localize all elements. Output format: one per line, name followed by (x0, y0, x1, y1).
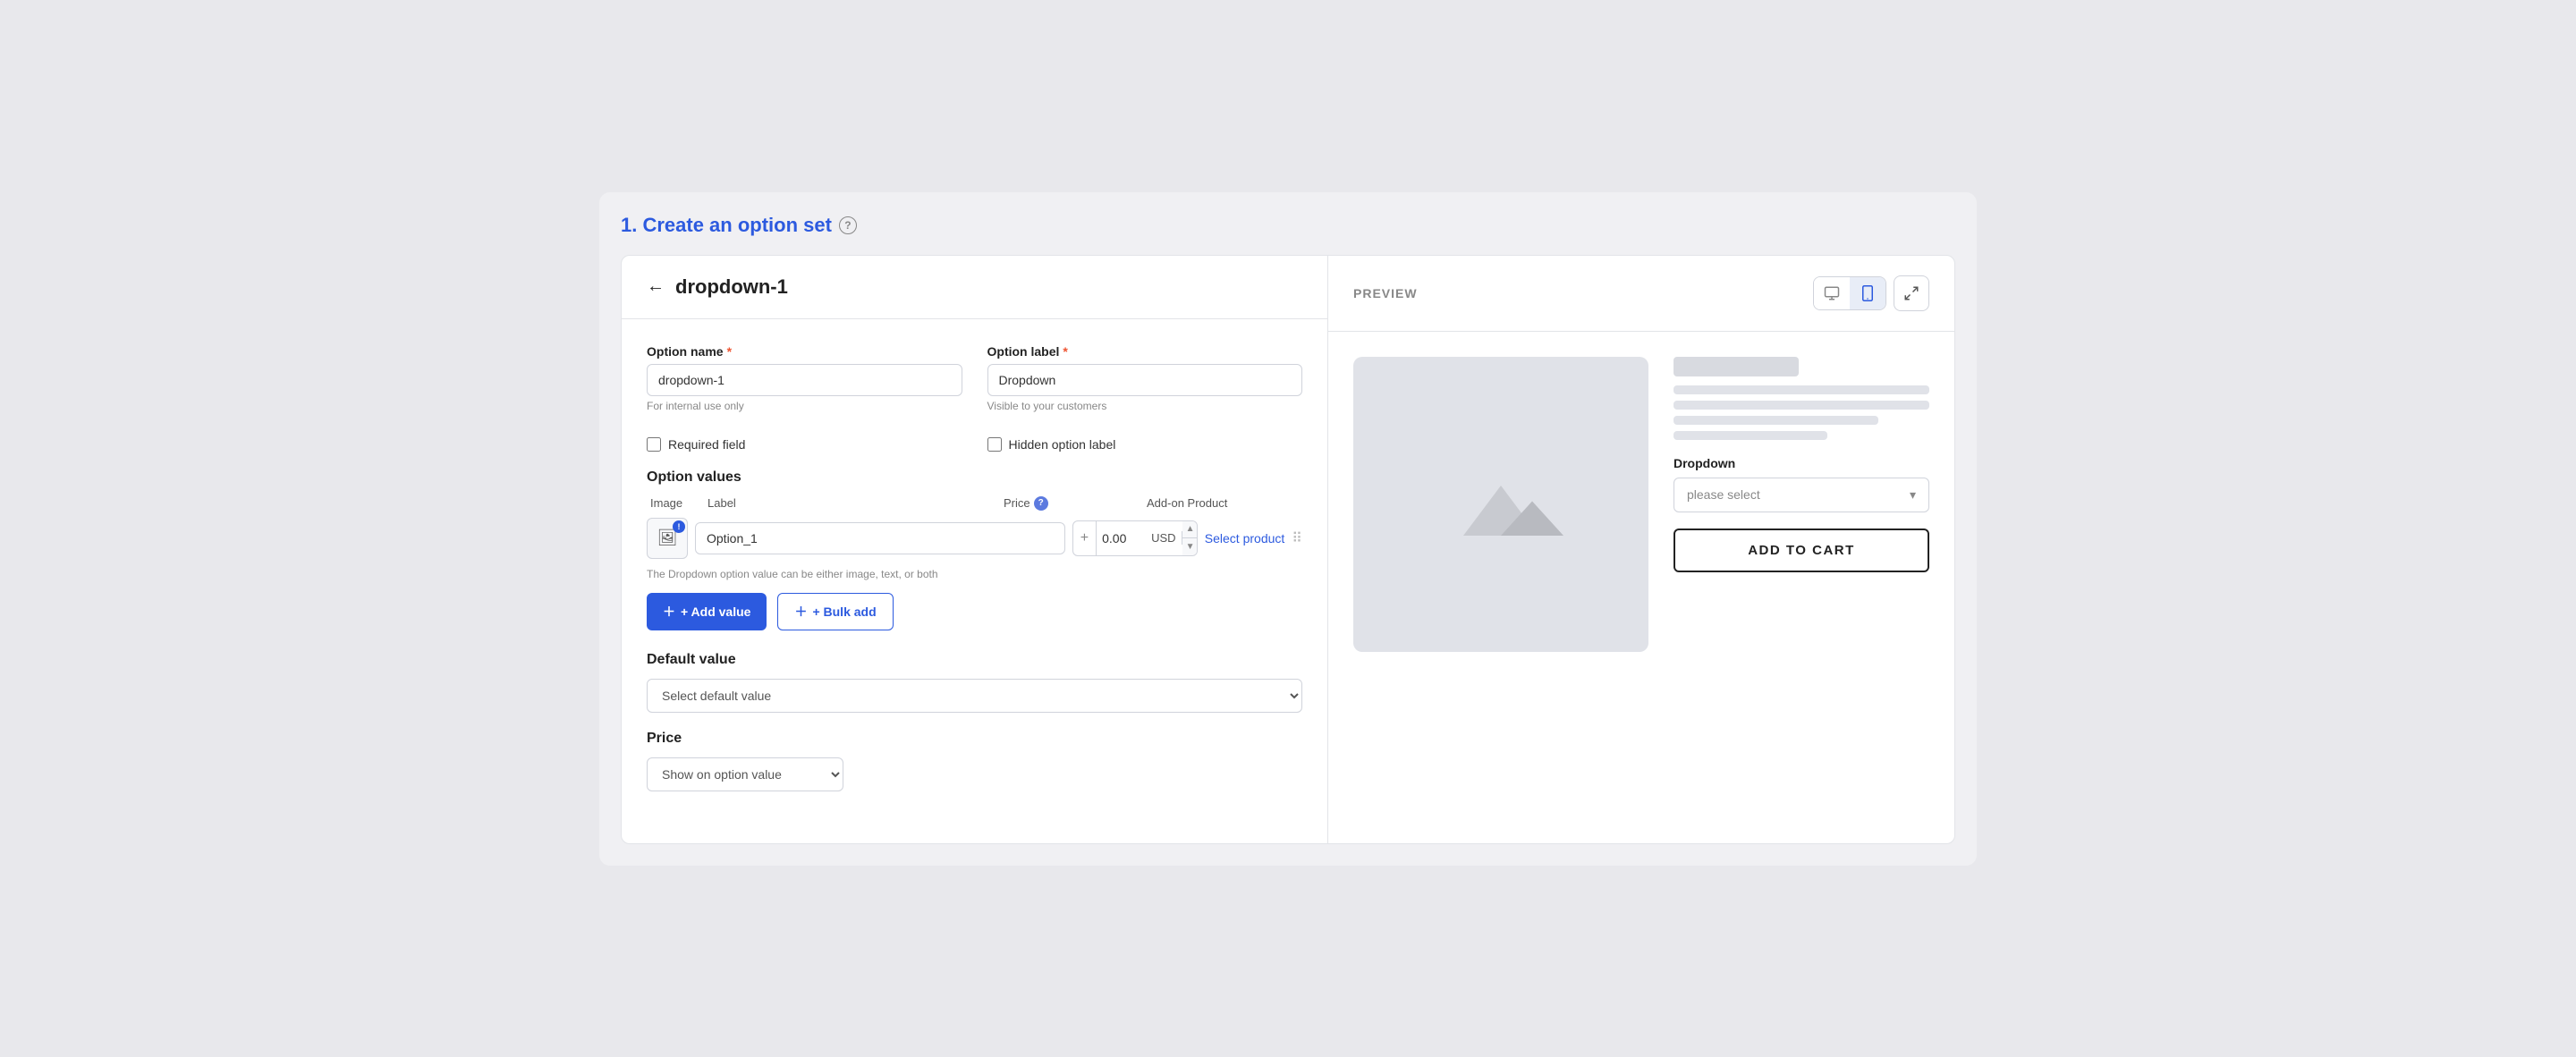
option-label-value-input[interactable] (695, 522, 1065, 554)
required-star-2: * (1063, 344, 1067, 359)
option-name-hint: For internal use only (647, 400, 962, 412)
add-to-cart-button[interactable]: ADD TO CART (1674, 528, 1929, 572)
col-header-image: Image (650, 496, 708, 510)
required-field-group: Required field (647, 430, 962, 452)
add-value-button[interactable]: ＋ + Add value (647, 593, 767, 630)
option-name-label: Option name * (647, 344, 962, 359)
name-label-row: Option name * For internal use only Opti… (647, 344, 1302, 412)
please-select-text: please select (1687, 487, 1760, 502)
option-values-header: Image Label Price ? Add-on Product (647, 496, 1302, 511)
hidden-label-group: Hidden option label (987, 430, 1303, 452)
required-field-label: Required field (668, 437, 745, 452)
price-currency: USD (1146, 531, 1182, 545)
price-section: Price Show on option value (647, 731, 1302, 791)
expand-button[interactable] (1894, 275, 1929, 311)
monitor-icon (1824, 285, 1840, 301)
default-value-section: Default value Select default value (647, 652, 1302, 713)
skeleton-line-4 (1674, 431, 1827, 440)
left-panel: ← dropdown-1 Option name * For internal … (622, 256, 1328, 843)
hidden-label-label: Hidden option label (1009, 437, 1116, 452)
col-header-addon: Add-on Product (1147, 496, 1272, 510)
option-hint: The Dropdown option value can be either … (647, 568, 1302, 580)
default-value-title: Default value (647, 652, 1302, 668)
desktop-view-btn[interactable] (1814, 277, 1850, 309)
action-buttons-row: ＋ + Add value ＋ + Bulk add (647, 593, 1302, 630)
option-label-input[interactable] (987, 364, 1303, 396)
preview-controls (1813, 275, 1929, 311)
add-value-label: + Add value (681, 605, 750, 619)
page-title-text: 1. Create an option set (621, 214, 832, 237)
select-product-link[interactable]: Select product (1205, 531, 1285, 545)
option-row: 🖼 ! + USD ▲ ▼ Se (647, 518, 1302, 559)
skeleton-line-2 (1674, 401, 1929, 410)
bulk-add-button[interactable]: ＋ + Bulk add (777, 593, 893, 630)
default-value-select[interactable]: Select default value (647, 679, 1302, 713)
preview-dropdown[interactable]: please select ▾ (1674, 478, 1929, 512)
mobile-view-btn[interactable] (1850, 277, 1885, 309)
bulk-add-icon: ＋ (794, 603, 807, 621)
preview-header: PREVIEW (1328, 256, 1954, 332)
required-field-checkbox[interactable] (647, 437, 661, 452)
preview-label: PREVIEW (1353, 286, 1418, 300)
product-details: Dropdown please select ▾ ADD TO CART (1674, 357, 1929, 652)
price-input[interactable] (1097, 531, 1146, 545)
hidden-label-checkbox[interactable] (987, 437, 1002, 452)
option-label-hint: Visible to your customers (987, 400, 1303, 412)
option-label-group: Option label * Visible to your customers (987, 344, 1303, 412)
skeleton-line-1 (1674, 385, 1929, 394)
product-image-placeholder (1353, 357, 1648, 652)
view-toggle (1813, 276, 1886, 310)
mobile-icon (1861, 285, 1874, 301)
option-label-label: Option label * (987, 344, 1303, 359)
bulk-add-label: + Bulk add (812, 605, 876, 619)
mountain-svg (1438, 460, 1563, 549)
expand-icon (1903, 285, 1919, 301)
left-header: ← dropdown-1 (622, 256, 1327, 319)
option-values-section: Option values Image Label Price ? Add-on… (647, 469, 1302, 630)
preview-content: Dropdown please select ▾ ADD TO CART (1328, 332, 1954, 677)
drag-handle[interactable]: ⠿ (1292, 529, 1302, 547)
preview-dropdown-label: Dropdown (1674, 456, 1929, 470)
image-upload-btn[interactable]: 🖼 ! (647, 518, 688, 559)
help-icon[interactable]: ? (839, 216, 857, 234)
price-up-arrow[interactable]: ▲ (1182, 521, 1198, 539)
add-value-icon: ＋ (663, 603, 675, 621)
skeleton-title (1674, 357, 1799, 376)
required-star: * (727, 344, 732, 359)
right-panel: PREVIEW (1328, 256, 1954, 843)
option-name-input[interactable] (647, 364, 962, 396)
skeleton-line-3 (1674, 416, 1878, 425)
col-header-price: Price ? (1004, 496, 1147, 511)
page-title: 1. Create an option set ? (621, 214, 1955, 237)
col-header-label: Label (708, 496, 1004, 510)
preview-dropdown-section: Dropdown please select ▾ (1674, 456, 1929, 512)
price-plus-sign: + (1073, 521, 1097, 555)
option-set-name: dropdown-1 (675, 275, 788, 299)
price-section-title: Price (647, 731, 1302, 747)
back-button[interactable]: ← (647, 276, 665, 297)
image-badge: ! (673, 520, 685, 533)
price-arrows: ▲ ▼ (1182, 521, 1198, 555)
price-group: + USD ▲ ▼ (1072, 520, 1198, 556)
option-values-title: Option values (647, 469, 1302, 486)
chevron-down-icon: ▾ (1910, 487, 1916, 503)
option-name-group: Option name * For internal use only (647, 344, 962, 412)
price-info-icon[interactable]: ? (1034, 496, 1048, 511)
price-down-arrow[interactable]: ▼ (1182, 538, 1198, 555)
price-select[interactable]: Show on option value (647, 757, 843, 791)
checkboxes-row: Required field Hidden option label (647, 430, 1302, 452)
